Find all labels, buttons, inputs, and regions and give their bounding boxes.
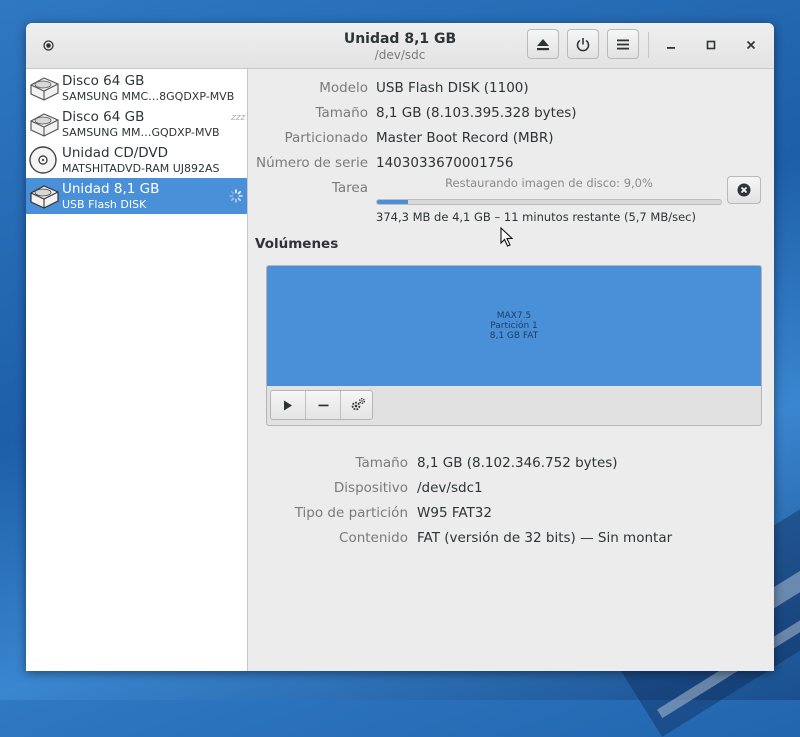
contents-value: FAT (versión de 32 bits) — Sin montar [417,530,673,546]
contents-label: Contenido [339,530,408,546]
task-progress-fill [377,200,408,204]
partition-type-label: Tipo de partición [294,505,408,521]
task-progress-bar [376,199,722,205]
mouse-pointer-icon [500,227,514,247]
disks-window: Unidad 8,1 GB /dev/sdc Disco 64 GB SAMSU… [26,23,774,671]
hamburger-menu-icon [617,39,629,49]
drive-details-pane: Modelo USB Flash DISK (1100) Tamaño 8,1 … [248,69,774,671]
gears-icon [351,398,365,411]
device-label: Dispositivo [333,480,408,496]
partition-label: MAX7.5 [496,311,532,321]
volume-size-value: 8,1 GB (8.102.346.752 bytes) [417,455,618,471]
maximize-icon [706,40,716,50]
close-icon [746,40,756,50]
busy-spinner-icon [229,189,243,203]
minimize-button[interactable] [662,36,680,54]
header-bar: Unidad 8,1 GB /dev/sdc [26,23,774,69]
volume-toolbar [270,390,373,420]
model-label: Modelo [319,80,368,96]
mount-button[interactable] [271,391,305,419]
drive-model: SAMSUNG MMC…8GQDXP-MVB [62,90,235,103]
sleep-indicator-icon: zzz [231,113,246,123]
task-status-text: Restaurando imagen de disco: 9,0% [445,176,653,190]
cancel-task-button[interactable] [727,176,761,204]
task-detail-text: 374,3 MB de 4,1 GB – 11 minutos restante… [376,210,696,224]
drive-name: Unidad 8,1 GB [62,181,160,197]
header-separator [648,32,649,58]
drive-menu-button[interactable] [607,29,639,59]
serial-value: 1403033670001756 [376,155,514,171]
drive-name: Disco 64 GB [62,109,145,125]
model-value: USB Flash DISK (1100) [376,80,529,96]
drive-item-cd-dvd[interactable]: Unidad CD/DVD MATSHITADVD-RAM UJ892AS [26,142,247,178]
volumes-heading: Volúmenes [255,236,339,252]
drive-model: USB Flash DISK [62,198,147,211]
size-value: 8,1 GB (8.103.395.328 bytes) [376,105,577,121]
drive-name: Disco 64 GB [62,73,145,89]
play-icon [284,400,292,410]
drive-item-disco-2[interactable]: Disco 64 GB SAMSUNG MM…GQDXP-MVB zzz [26,106,247,142]
minimize-icon [667,47,675,49]
partitioning-label: Particionado [284,130,369,146]
delete-partition-button[interactable] [306,391,340,419]
size-label: Tamaño [315,105,368,121]
minus-icon [318,404,328,406]
drive-item-usb-selected[interactable]: Unidad 8,1 GB USB Flash DISK [26,178,247,214]
usb-drive-icon [30,185,59,209]
drive-model: MATSHITADVD-RAM UJ892AS [62,162,220,175]
device-value: /dev/sdc1 [417,480,483,496]
power-off-button[interactable] [567,29,599,59]
optical-disc-icon [29,146,57,174]
power-icon [576,37,590,51]
drive-item-disco-1[interactable]: Disco 64 GB SAMSUNG MMC…8GQDXP-MVB [26,70,247,106]
eject-icon [537,38,549,50]
partition-type-value: W95 FAT32 [417,505,492,521]
drive-name: Unidad CD/DVD [62,145,169,161]
partition-options-button[interactable] [341,391,375,419]
drive-list: Disco 64 GB SAMSUNG MMC…8GQDXP-MVB Disco… [26,69,248,671]
task-label: Tarea [331,180,368,196]
close-button[interactable] [742,36,760,54]
partition-number: Partición 1 [490,321,538,331]
maximize-button[interactable] [702,36,720,54]
hard-disk-icon [30,77,59,101]
partition-size: 8,1 GB FAT [489,331,539,341]
eject-button[interactable] [527,29,559,59]
cancel-icon [737,183,751,197]
volume-map: MAX7.5 Partición 1 8,1 GB FAT [266,265,762,426]
partition-block[interactable]: MAX7.5 Partición 1 8,1 GB FAT [267,266,761,386]
volume-size-label: Tamaño [355,455,408,471]
drive-model: SAMSUNG MM…GQDXP-MVB [62,126,220,139]
serial-label: Número de serie [255,155,368,171]
hard-disk-icon [30,113,59,137]
partitioning-value: Master Boot Record (MBR) [376,130,554,146]
